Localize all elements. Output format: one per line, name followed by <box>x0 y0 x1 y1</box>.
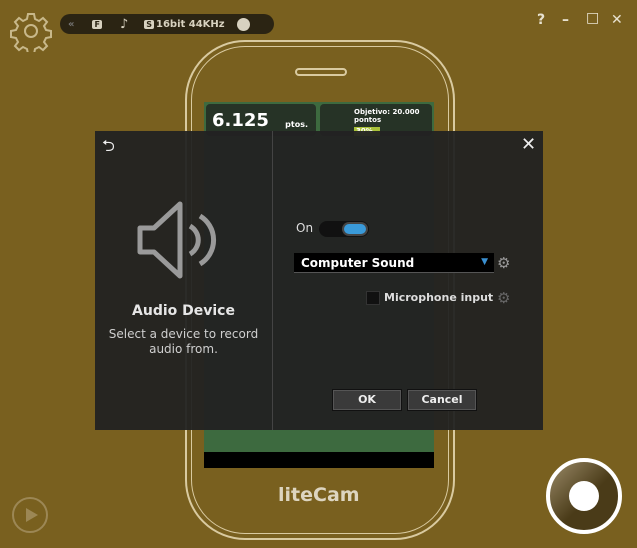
back-arrow-icon[interactable]: ⮌ <box>102 135 115 162</box>
phone-nav-bar <box>204 452 434 468</box>
s-badge-icon: S <box>144 19 154 29</box>
record-button[interactable] <box>546 458 622 534</box>
minimize-button[interactable]: – <box>562 12 569 28</box>
help-button[interactable]: ? <box>537 12 545 28</box>
close-window-button[interactable]: ✕ <box>611 12 623 28</box>
microphone-label: Microphone input <box>384 291 494 304</box>
record-dot-icon <box>569 481 599 511</box>
music-note-icon[interactable]: ♪ <box>120 17 128 32</box>
ok-button[interactable]: OK <box>332 389 402 411</box>
play-button[interactable] <box>12 497 48 533</box>
audio-device-dialog <box>95 131 543 430</box>
phone-speaker <box>295 68 347 76</box>
format-icon[interactable]: F <box>92 19 102 29</box>
dialog-description: Select a device to record audio from. <box>108 327 259 356</box>
collapse-icon[interactable]: « <box>68 19 74 30</box>
audio-toggle[interactable] <box>319 221 369 237</box>
on-label: On <box>296 221 314 235</box>
maximize-button[interactable]: □ <box>586 10 599 26</box>
settings-gear-icon[interactable] <box>10 10 52 52</box>
dialog-title: Audio Device <box>132 303 235 319</box>
score-unit: ptos. <box>285 120 308 129</box>
device-settings-icon[interactable]: ⚙ <box>497 254 510 272</box>
objective-label: Objetivo: 20.000 pontos <box>354 108 420 124</box>
toggle-knob <box>344 224 366 234</box>
dialog-divider <box>272 131 273 430</box>
microphone-settings-icon[interactable]: ⚙ <box>497 289 510 307</box>
audio-format-label[interactable]: 16bit 44KHz <box>156 19 225 30</box>
score-value: 6.125 <box>212 110 269 131</box>
litecam-logo: liteCam <box>278 484 360 506</box>
audio-device-select[interactable]: Computer Sound ▼ <box>294 253 494 273</box>
close-dialog-icon[interactable]: ✕ <box>521 134 536 155</box>
speaker-icon <box>137 201 217 279</box>
selected-device: Computer Sound <box>301 256 415 270</box>
cancel-button[interactable]: Cancel <box>407 389 477 411</box>
microphone-checkbox[interactable] <box>366 291 380 305</box>
dropdown-arrow-icon: ▼ <box>481 257 488 267</box>
webcam-icon[interactable] <box>236 17 250 31</box>
toolbar: « F ♪ S 16bit 44KHz <box>60 14 274 34</box>
